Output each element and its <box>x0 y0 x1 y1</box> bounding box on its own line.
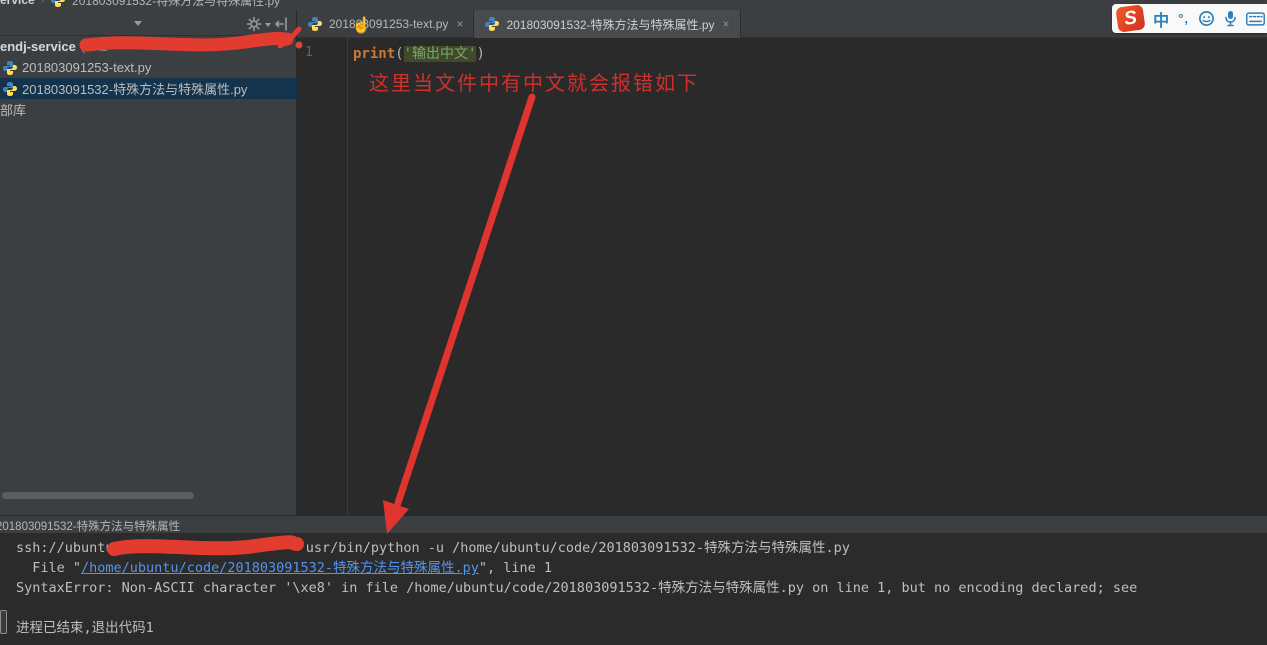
horizontal-scrollbar[interactable] <box>2 492 194 499</box>
tree-root-name: endj-service <box>0 39 76 54</box>
tab-file2-active[interactable]: 201803091532-特殊方法与特殊属性.py × <box>474 10 741 38</box>
run-console[interactable]: ssh://ubuntu@1 usr/bin/python -u /home/ub… <box>0 533 1267 645</box>
line-number: 1 <box>305 45 313 60</box>
python-file-icon <box>485 17 500 31</box>
microphone-icon[interactable] <box>1224 10 1237 27</box>
tree-root-path: (F:\1 <box>80 39 108 54</box>
tab-label: 201803091253-text.py <box>329 17 449 31</box>
tree-item-label: 201803091253-text.py <box>22 60 152 75</box>
gear-icon[interactable] <box>245 16 263 32</box>
close-icon[interactable]: × <box>456 18 463 30</box>
python-file-icon <box>3 81 17 96</box>
console-scrollbar-stub[interactable] <box>0 610 7 634</box>
tree-item-file2-selected[interactable]: 201803091532-特殊方法与特殊属性.py <box>0 78 297 99</box>
run-config-title[interactable]: 201803091532-特殊方法与特殊属性 <box>0 518 180 533</box>
console-line-ssh: ssh://ubuntu@1 usr/bin/python -u /home/ub… <box>16 540 850 556</box>
console-line-error: SyntaxError: Non-ASCII character '\xe8' … <box>16 580 1138 596</box>
console-exit-line: 进程已结束,退出代码1 <box>16 620 154 636</box>
project-tree: endj-service (F:\1 201803091253-text.py … <box>0 36 297 120</box>
editor-area: 201803091253-text.py × 201803091532-特殊方法… <box>297 10 1267 515</box>
project-view-dropdown[interactable] <box>0 12 160 36</box>
breadcrumb: ervice › 201803091532-特殊方法与特殊属性.py <box>0 0 1267 10</box>
console-line-file: File "/home/ubuntu/code/201803091532-特殊方… <box>16 560 553 576</box>
tree-root[interactable]: endj-service (F:\1 <box>0 36 297 57</box>
file-link[interactable]: /home/ubuntu/code/201803091532-特殊方法与特殊属性… <box>81 560 479 576</box>
code-string-highlighted: '输出中文' <box>403 46 477 62</box>
chinese-mode-icon[interactable]: 中 <box>1153 7 1169 31</box>
project-panel-header <box>0 12 297 36</box>
breadcrumb-file[interactable]: 201803091532-特殊方法与特殊属性.py <box>72 0 280 9</box>
chevron-down-icon <box>265 23 271 27</box>
run-toolwindow-header: 201803091532-特殊方法与特殊属性 <box>0 515 1267 533</box>
project-panel: endj-service (F:\1 201803091253-text.py … <box>0 10 297 515</box>
breadcrumb-project[interactable]: ervice <box>0 0 35 7</box>
red-annotation-text: 这里当文件中有中文就会报错如下 <box>369 73 699 95</box>
tree-item-label: 201803091532-特殊方法与特殊属性.py <box>22 82 248 97</box>
sogou-logo-icon[interactable]: S <box>1115 3 1146 33</box>
python-file-icon <box>51 0 66 7</box>
gutter-separator <box>347 38 348 515</box>
tree-item-file1[interactable]: 201803091253-text.py <box>0 57 297 78</box>
emoji-icon[interactable] <box>1198 10 1215 27</box>
tab-file1[interactable]: 201803091253-text.py × <box>297 10 475 38</box>
code-line[interactable]: print('输出中文') <box>353 43 485 63</box>
punctuation-mode-icon[interactable]: °, <box>1178 11 1189 26</box>
code-keyword: print <box>353 46 396 62</box>
breadcrumb-separator-icon: › <box>40 0 45 6</box>
sogou-input-toolbar: S 中 °, <box>1112 3 1267 33</box>
close-icon[interactable]: × <box>723 18 730 30</box>
python-file-icon <box>3 60 17 75</box>
tree-item-external-libraries[interactable]: 部库 <box>0 99 297 120</box>
python-file-icon <box>308 17 322 31</box>
chevron-down-icon <box>134 21 142 26</box>
tab-label: 201803091532-特殊方法与特殊属性.py <box>506 17 715 32</box>
hide-panel-icon[interactable] <box>273 16 291 32</box>
keyboard-icon[interactable] <box>1246 11 1265 26</box>
